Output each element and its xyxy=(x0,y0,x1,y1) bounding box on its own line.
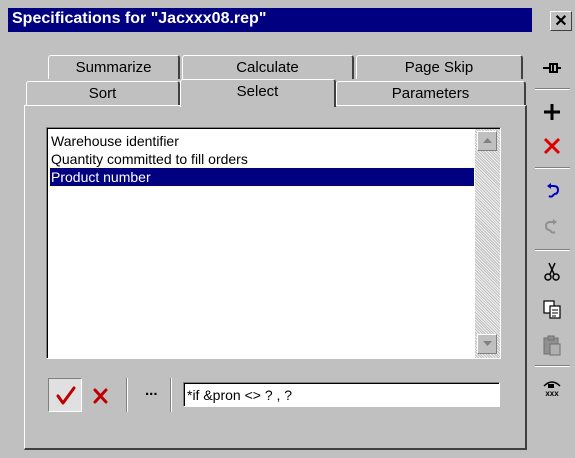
tab-calculate-label: Calculate xyxy=(236,59,299,76)
undo-button[interactable] xyxy=(530,174,575,208)
arrow-up-icon xyxy=(483,138,492,143)
report-button[interactable]: xxx xyxy=(530,370,575,404)
toolbar-separator xyxy=(535,88,570,90)
svg-text:xxx: xxx xyxy=(545,389,559,398)
cut-button[interactable] xyxy=(530,254,575,288)
scroll-down-button[interactable] xyxy=(477,334,497,354)
accept-button[interactable] xyxy=(48,378,82,412)
field-list[interactable]: Warehouse identifier Quantity committed … xyxy=(46,127,501,359)
cut-icon xyxy=(544,262,560,281)
expression-input[interactable] xyxy=(183,382,500,407)
field-list-frame: Warehouse identifier Quantity committed … xyxy=(47,128,500,358)
scroll-up-button[interactable] xyxy=(477,131,497,151)
list-item[interactable]: Quantity committed to fill orders xyxy=(50,150,474,168)
toolbar-separator xyxy=(535,365,570,367)
tab-select[interactable]: Select xyxy=(180,79,336,107)
tab-page-skip[interactable]: Page Skip xyxy=(356,55,523,79)
redo-button[interactable] xyxy=(530,210,575,244)
separator xyxy=(126,378,128,412)
expression-builder-button[interactable]: ... xyxy=(145,382,158,399)
tab-calculate[interactable]: Calculate xyxy=(182,55,354,79)
tab-sort-label: Sort xyxy=(88,85,117,102)
toolbar-separator xyxy=(535,167,570,169)
tab-summarize[interactable]: Summarize xyxy=(48,55,180,79)
separator xyxy=(170,378,172,412)
add-button[interactable] xyxy=(530,94,575,128)
delete-button[interactable] xyxy=(530,128,575,162)
check-icon xyxy=(56,386,76,405)
tab-page-skip-label: Page Skip xyxy=(404,59,474,76)
tab-parameters[interactable]: Parameters xyxy=(336,81,526,105)
window-title: Specifications for "Jacxxx08.rep" xyxy=(12,10,267,27)
cross-icon xyxy=(93,388,108,404)
cancel-button[interactable] xyxy=(88,384,112,408)
tab-sort[interactable]: Sort xyxy=(26,81,180,105)
copy-icon xyxy=(543,300,561,319)
arrow-down-icon xyxy=(483,341,492,346)
right-toolbar: xxx xyxy=(530,36,575,458)
paste-button[interactable] xyxy=(530,328,575,362)
tab-parameters-label: Parameters xyxy=(391,85,470,102)
copy-button[interactable] xyxy=(530,292,575,326)
tab-summarize-label: Summarize xyxy=(75,59,152,76)
pin-button[interactable] xyxy=(530,50,575,84)
toolbar-separator xyxy=(535,249,570,251)
close-button[interactable]: ✕ xyxy=(550,11,572,31)
paste-icon xyxy=(543,335,561,356)
list-item[interactable]: Warehouse identifier xyxy=(50,132,474,150)
pin-icon xyxy=(543,63,561,73)
tab-select-label: Select xyxy=(236,83,279,100)
redo-icon xyxy=(544,219,557,234)
vertical-scrollbar[interactable] xyxy=(475,129,500,358)
list-item-selected[interactable]: Product number xyxy=(49,167,475,187)
undo-icon xyxy=(547,183,560,198)
add-icon xyxy=(544,104,560,120)
report-icon: xxx xyxy=(543,381,561,398)
specifications-dialog: Specifications for "Jacxxx08.rep" ✕ Summ… xyxy=(0,0,575,458)
delete-icon xyxy=(543,137,561,155)
title-bar: Specifications for "Jacxxx08.rep" ✕ xyxy=(0,0,575,32)
